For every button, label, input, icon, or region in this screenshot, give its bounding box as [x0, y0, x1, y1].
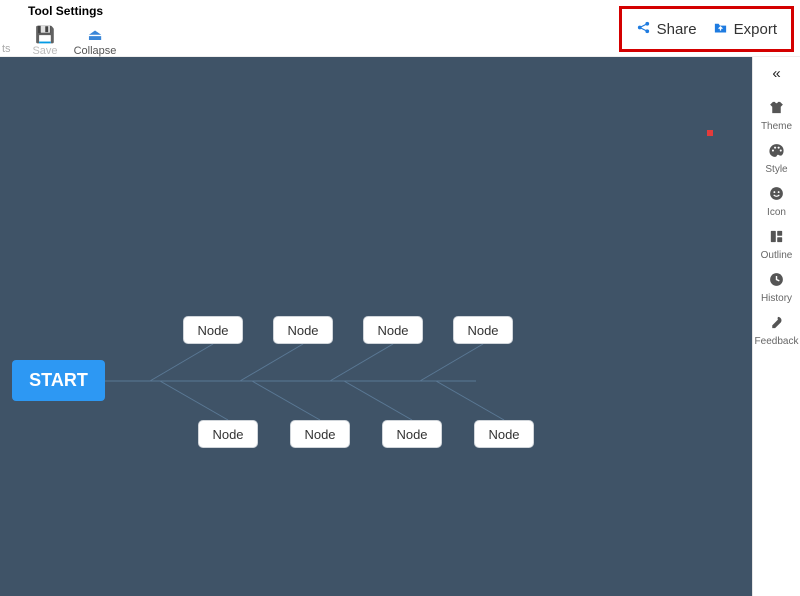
- shirt-icon: [768, 99, 785, 121]
- sidebar-item-style[interactable]: Style: [753, 142, 800, 175]
- wrench-icon: [768, 314, 785, 336]
- root-node[interactable]: START: [12, 360, 105, 401]
- right-sidebar: « Theme Style Icon Outline History Feedb…: [752, 57, 800, 596]
- outline-icon: [768, 228, 785, 250]
- sidebar-item-theme[interactable]: Theme: [753, 99, 800, 132]
- collapse-label: Collapse: [74, 45, 117, 57]
- save-icon: 💾: [35, 25, 55, 45]
- sidebar-item-label: Outline: [761, 250, 793, 261]
- export-icon: [713, 20, 728, 39]
- diagram-node[interactable]: Node: [363, 316, 423, 344]
- sidebar-item-label: Theme: [761, 121, 792, 132]
- diagram-node[interactable]: Node: [453, 316, 513, 344]
- top-toolbar: Tool Settings ts 💾 Save ⏏ Collapse Share…: [0, 0, 800, 57]
- palette-icon: [768, 142, 785, 164]
- diagram-node[interactable]: Node: [290, 420, 350, 448]
- diagram-node[interactable]: Node: [198, 420, 258, 448]
- sidebar-item-label: Feedback: [755, 336, 799, 347]
- sidebar-item-label: Style: [765, 164, 787, 175]
- sidebar-item-history[interactable]: History: [753, 271, 800, 304]
- share-icon: [636, 20, 651, 39]
- diagram-node[interactable]: Node: [273, 316, 333, 344]
- smiley-icon: [768, 185, 785, 207]
- share-label: Share: [657, 21, 697, 38]
- share-button[interactable]: Share: [636, 20, 697, 39]
- chevron-left-double-icon: «: [772, 65, 780, 82]
- collapse-button[interactable]: ⏏ Collapse: [70, 5, 120, 57]
- sidebar-item-icon[interactable]: Icon: [753, 185, 800, 218]
- diagram-node[interactable]: Node: [382, 420, 442, 448]
- sidebar-item-feedback[interactable]: Feedback: [753, 314, 800, 347]
- highlighted-actions: Share Export: [619, 6, 794, 52]
- save-button[interactable]: 💾 Save: [20, 5, 70, 57]
- export-label: Export: [734, 21, 777, 38]
- export-button[interactable]: Export: [713, 20, 777, 39]
- truncated-text: ts: [2, 43, 11, 55]
- sidebar-collapse-button[interactable]: «: [753, 57, 800, 89]
- clock-icon: [768, 271, 785, 293]
- sidebar-item-outline[interactable]: Outline: [753, 228, 800, 261]
- sidebar-item-label: Icon: [767, 207, 786, 218]
- red-marker: [707, 130, 713, 136]
- diagram-node[interactable]: Node: [183, 316, 243, 344]
- mindmap-canvas[interactable]: START Node Node Node Node Node Node Node…: [0, 57, 752, 596]
- save-label: Save: [32, 45, 57, 57]
- sidebar-item-label: History: [761, 293, 792, 304]
- eject-icon: ⏏: [87, 25, 102, 45]
- diagram-node[interactable]: Node: [474, 420, 534, 448]
